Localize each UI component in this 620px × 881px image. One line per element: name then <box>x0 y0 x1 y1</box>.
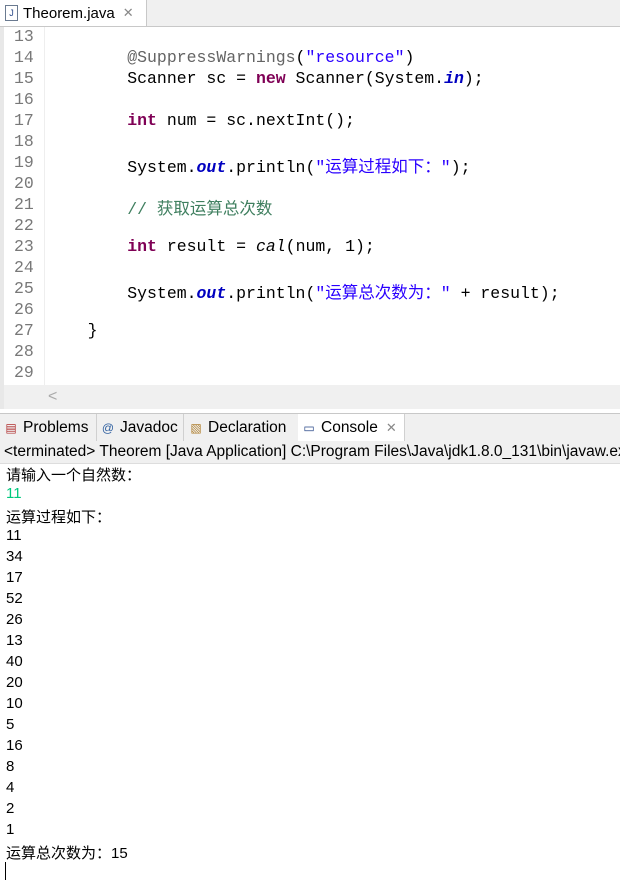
code-line: // 获取运算总次数 <box>48 195 272 219</box>
line-number: 28 <box>14 342 34 361</box>
tab-declaration[interactable]: ▧ Declaration <box>185 414 299 441</box>
code-token: + result); <box>450 284 560 303</box>
code-token: ); <box>463 69 484 88</box>
javadoc-icon: @ <box>101 420 115 435</box>
code-token: "运算总次数为：" <box>315 284 451 303</box>
code-token: @SuppressWarnings <box>48 48 296 67</box>
code-token: out <box>196 158 227 177</box>
editor-tab-bar: J Theorem.java ✕ <box>0 0 620 27</box>
line-number: 26 <box>14 300 34 319</box>
code-token: "运算过程如下：" <box>315 158 451 177</box>
code-line: System.out.println("运算总次数为：" + result); <box>48 279 560 303</box>
code-token: System. <box>48 158 197 177</box>
code-token: ) <box>404 48 415 67</box>
line-number: 16 <box>14 90 34 109</box>
code-token: in <box>444 69 464 88</box>
console-output-line: 10 <box>6 695 23 712</box>
code-token: cal <box>255 237 286 256</box>
tab-label: Console <box>321 418 378 436</box>
close-icon[interactable]: ✕ <box>386 420 397 436</box>
tab-label: Declaration <box>208 418 287 436</box>
console-output-line: 20 <box>6 674 23 691</box>
console-output-line: 运算过程如下： <box>6 509 112 526</box>
code-token: (num, 1); <box>285 237 375 256</box>
console-input-line: 11 <box>6 485 22 502</box>
line-number: 21 <box>14 195 34 214</box>
tab-label: Javadoc <box>120 418 178 436</box>
code-token: Scanner sc = <box>48 69 256 88</box>
console-output-line: 34 <box>6 548 23 565</box>
code-line: @SuppressWarnings("resource") <box>48 48 414 67</box>
code-token: out <box>196 284 227 303</box>
text-caret <box>5 862 6 880</box>
console-icon: ▭ <box>303 420 315 435</box>
line-number: 27 <box>14 321 34 340</box>
console-output-line: 26 <box>6 611 23 628</box>
line-number: 13 <box>14 27 34 46</box>
panel-tab-bar: ▤ Problems @ Javadoc ▧ Declaration ▭ Console… <box>0 413 620 442</box>
code-line: int num = sc.nextInt(); <box>48 111 355 130</box>
line-number: 14 <box>14 48 34 67</box>
console-output-line: 2 <box>6 800 15 817</box>
console-output-line: 40 <box>6 653 23 670</box>
console-output-line: 请输入一个自然数： <box>6 467 142 484</box>
declaration-icon: ▧ <box>190 420 202 435</box>
line-number: 17 <box>14 111 34 130</box>
console-output-line: 17 <box>6 569 23 586</box>
line-number: 24 <box>14 258 34 277</box>
scroll-left-icon[interactable]: < <box>48 388 57 405</box>
console-output-line: 11 <box>6 527 22 544</box>
line-number: 29 <box>14 363 34 382</box>
code-editor[interactable]: 13 14 @SuppressWarnings("resource") 15 Sca… <box>0 27 620 385</box>
line-number: 15 <box>14 69 34 88</box>
code-token: Scanner(System. <box>285 69 445 88</box>
horizontal-scrollbar[interactable]: < <box>0 385 620 409</box>
code-token: .println( <box>226 158 316 177</box>
line-number: 22 <box>14 216 34 235</box>
console-output-line: 运算总次数为：15 <box>6 845 128 862</box>
line-number: 23 <box>14 237 34 256</box>
code-line: } <box>48 321 98 340</box>
code-token: ); <box>450 158 471 177</box>
code-line: System.out.println("运算过程如下："); <box>48 153 471 177</box>
console-output-line: 4 <box>6 779 15 796</box>
code-token: ( <box>295 48 306 67</box>
line-number: 19 <box>14 153 34 172</box>
code-token: int <box>48 111 157 130</box>
java-file-icon: J <box>5 5 18 21</box>
editor-tab-theorem[interactable]: J Theorem.java ✕ <box>0 0 147 26</box>
code-token: result = <box>156 237 256 256</box>
editor-tab-label: Theorem.java <box>23 4 115 22</box>
console-output-line: 52 <box>6 590 23 607</box>
close-icon[interactable]: ✕ <box>123 5 134 21</box>
code-line: int result = cal(num, 1); <box>48 237 375 256</box>
console-output-line: 13 <box>6 632 23 649</box>
line-number: 20 <box>14 174 34 193</box>
code-line: Scanner sc = new Scanner(System.in); <box>48 69 484 88</box>
console-output-line: 8 <box>6 758 15 775</box>
console-output-line: 1 <box>6 821 15 838</box>
code-token: "resource" <box>305 48 405 67</box>
code-token: .println( <box>226 284 316 303</box>
tab-label: Problems <box>23 418 89 436</box>
problems-icon: ▤ <box>5 420 17 435</box>
line-number: 25 <box>14 279 34 298</box>
console-output-line: 5 <box>6 716 15 733</box>
console-output-line: 16 <box>6 737 23 754</box>
tab-javadoc[interactable]: @ Javadoc <box>97 414 184 441</box>
code-token: num = sc.nextInt(); <box>156 111 355 130</box>
code-token: } <box>48 321 98 340</box>
code-token: System. <box>48 284 197 303</box>
line-number: 18 <box>14 132 34 151</box>
code-token: new <box>255 69 286 88</box>
code-token: // 获取运算总次数 <box>48 200 273 219</box>
code-token: int <box>48 237 157 256</box>
tab-console[interactable]: ▭ Console ✕ <box>298 414 405 441</box>
console-status: <terminated> Theorem [Java Application] … <box>0 441 620 464</box>
tab-problems[interactable]: ▤ Problems <box>0 414 97 441</box>
